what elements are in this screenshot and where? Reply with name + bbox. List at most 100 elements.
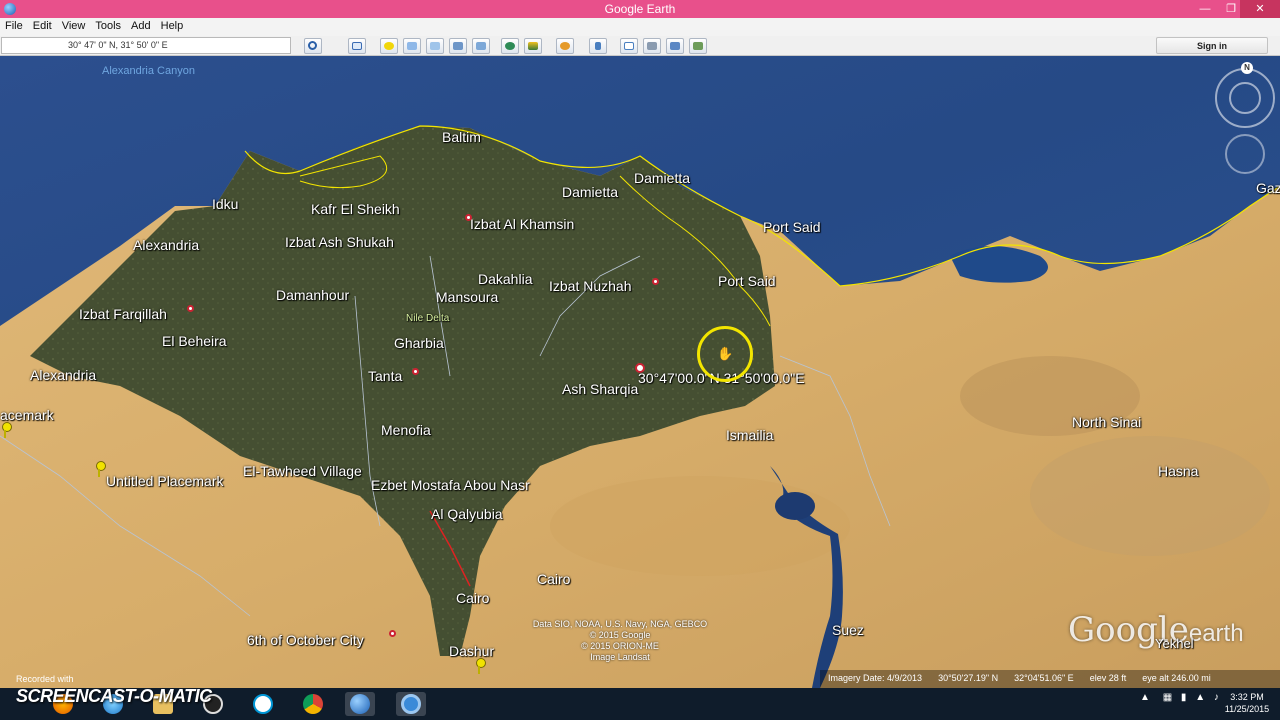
place-label[interactable]: Suez <box>832 622 864 638</box>
place-label[interactable]: Damanhour <box>276 287 349 303</box>
city-marker[interactable] <box>652 278 659 285</box>
place-label[interactable]: Menofia <box>381 422 431 438</box>
email-icon <box>624 42 634 50</box>
menu-edit[interactable]: Edit <box>28 18 57 36</box>
pushpin-icon[interactable] <box>474 658 486 674</box>
north-indicator[interactable]: N <box>1241 62 1253 74</box>
print-button[interactable] <box>643 38 661 54</box>
place-label[interactable]: Kafr El Sheikh <box>311 201 400 217</box>
maps-icon <box>693 42 703 50</box>
sidebar-icon <box>352 42 362 50</box>
clock-icon <box>505 42 515 50</box>
move-navigation-control[interactable] <box>1225 134 1265 174</box>
system-tray: ▲ ▦ ▮ ▲ ♪ <box>1140 692 1219 716</box>
sidebar-toggle-button[interactable] <box>348 38 366 54</box>
placemark-label[interactable]: acemark <box>0 407 54 423</box>
menu-add[interactable]: Add <box>126 18 156 36</box>
place-label[interactable]: Alexandria <box>133 237 199 253</box>
battery-icon[interactable]: ▮ <box>1181 692 1187 703</box>
credit-line: © 2015 Google <box>589 630 651 640</box>
place-label[interactable]: Cairo <box>537 571 570 587</box>
longitude-readout: 32°04'51.06" E <box>1014 673 1074 683</box>
taskbar-google-earth[interactable] <box>345 692 375 716</box>
city-marker[interactable] <box>389 630 396 637</box>
pushpin-icon[interactable] <box>94 461 106 477</box>
place-label[interactable]: Izbat Nuzhah <box>549 278 632 294</box>
city-marker[interactable] <box>412 368 419 375</box>
record-tour-icon <box>476 42 486 50</box>
place-label[interactable]: 6th of October City <box>247 632 364 648</box>
close-icon[interactable]: ✕ <box>1240 0 1280 18</box>
place-label[interactable]: Gaz <box>1256 180 1280 196</box>
add-overlay-button[interactable] <box>449 38 467 54</box>
view-in-maps-button[interactable] <box>689 38 707 54</box>
place-label[interactable]: Izbat Ash Shukah <box>285 234 394 250</box>
place-label[interactable]: Yekhel <box>1155 636 1194 651</box>
elevation-readout: elev 28 ft <box>1089 673 1127 683</box>
place-label[interactable]: Gharbia <box>394 335 444 351</box>
place-label[interactable]: Tanta <box>368 368 402 384</box>
menu-tools[interactable]: Tools <box>90 18 126 36</box>
place-label[interactable]: Mansoura <box>436 289 498 305</box>
place-label[interactable]: Hasna <box>1158 463 1198 479</box>
place-label[interactable]: Port Said <box>763 219 821 235</box>
email-button[interactable] <box>620 38 638 54</box>
search-input[interactable]: 30° 47' 0" N, 31° 50' 0" E <box>1 37 291 54</box>
add-path-button[interactable] <box>426 38 444 54</box>
sunlight-button[interactable] <box>524 38 542 54</box>
sign-in-button[interactable]: Sign in <box>1156 37 1268 54</box>
menu-view[interactable]: View <box>57 18 91 36</box>
place-label[interactable]: Idku <box>212 196 238 212</box>
recorder-caption: Recorded with <box>16 674 74 684</box>
windows-flag-icon[interactable]: ▦ <box>1163 692 1172 703</box>
switch-planet-button[interactable] <box>556 38 574 54</box>
place-label[interactable]: Izbat Farqillah <box>79 306 167 322</box>
status-bar: Imagery Date: 4/9/2013 30°50'27.19" N 32… <box>820 670 1280 688</box>
place-label[interactable]: Alexandria <box>30 367 96 383</box>
place-label[interactable]: Port Said <box>718 273 776 289</box>
menu-file[interactable]: File <box>0 18 28 36</box>
taskbar-clock[interactable]: 3:32 PM 11/25/2015 <box>1214 691 1280 715</box>
place-label[interactable]: Baltim <box>442 129 481 145</box>
minimize-icon[interactable]: — <box>1192 0 1218 18</box>
pushpin-icon[interactable] <box>0 422 12 438</box>
record-tour-button[interactable] <box>472 38 490 54</box>
placemark-label[interactable]: Untitled Placemark <box>106 473 224 489</box>
taskbar-hp[interactable] <box>248 692 278 716</box>
place-label[interactable]: El Beheira <box>162 333 227 349</box>
place-label[interactable]: Dashur <box>449 643 494 659</box>
look-navigation-control[interactable]: N <box>1215 62 1275 128</box>
map-view[interactable]: Alexandria Canyon Baltim Idku Kafr El Sh… <box>0 56 1280 688</box>
window-title: Google Earth <box>604 2 676 16</box>
historical-imagery-button[interactable] <box>501 38 519 54</box>
ruler-button[interactable] <box>589 38 607 54</box>
place-label[interactable]: Damietta <box>562 184 618 200</box>
place-label[interactable]: Ismailia <box>726 427 773 443</box>
hp-icon <box>253 694 273 714</box>
save-image-button[interactable] <box>666 38 684 54</box>
place-label[interactable]: Ezbet Mostafa Abou Nasr <box>371 477 530 493</box>
add-placemark-button[interactable] <box>380 38 398 54</box>
imagery-date: Imagery Date: 4/9/2013 <box>828 673 923 683</box>
latitude-readout: 30°50'27.19" N <box>938 673 999 683</box>
place-label[interactable]: Dakahlia <box>478 271 532 287</box>
sea-label: Alexandria Canyon <box>102 65 195 77</box>
taskbar-chrome[interactable] <box>298 692 328 716</box>
add-polygon-button[interactable] <box>403 38 421 54</box>
menu-help[interactable]: Help <box>156 18 189 36</box>
look-joystick[interactable] <box>1229 82 1261 114</box>
network-icon[interactable]: ▲ <box>1195 692 1205 703</box>
chevron-up-icon[interactable]: ▲ <box>1140 692 1150 703</box>
place-label[interactable]: North Sinai <box>1072 414 1141 430</box>
city-marker[interactable] <box>465 214 472 221</box>
taskbar-recorder[interactable] <box>396 692 426 716</box>
place-label[interactable]: El-Tawheed Village <box>243 463 362 479</box>
place-label[interactable]: Damietta <box>634 170 690 186</box>
search-button[interactable] <box>304 38 322 54</box>
clock-time: 3:32 PM <box>1230 692 1264 702</box>
place-label[interactable]: Izbat Al Khamsin <box>470 216 574 232</box>
place-label[interactable]: Ash Sharqia <box>562 381 638 397</box>
city-marker[interactable] <box>187 305 194 312</box>
place-label[interactable]: Al Qalyubia <box>431 506 503 522</box>
place-label[interactable]: Cairo <box>456 590 489 606</box>
